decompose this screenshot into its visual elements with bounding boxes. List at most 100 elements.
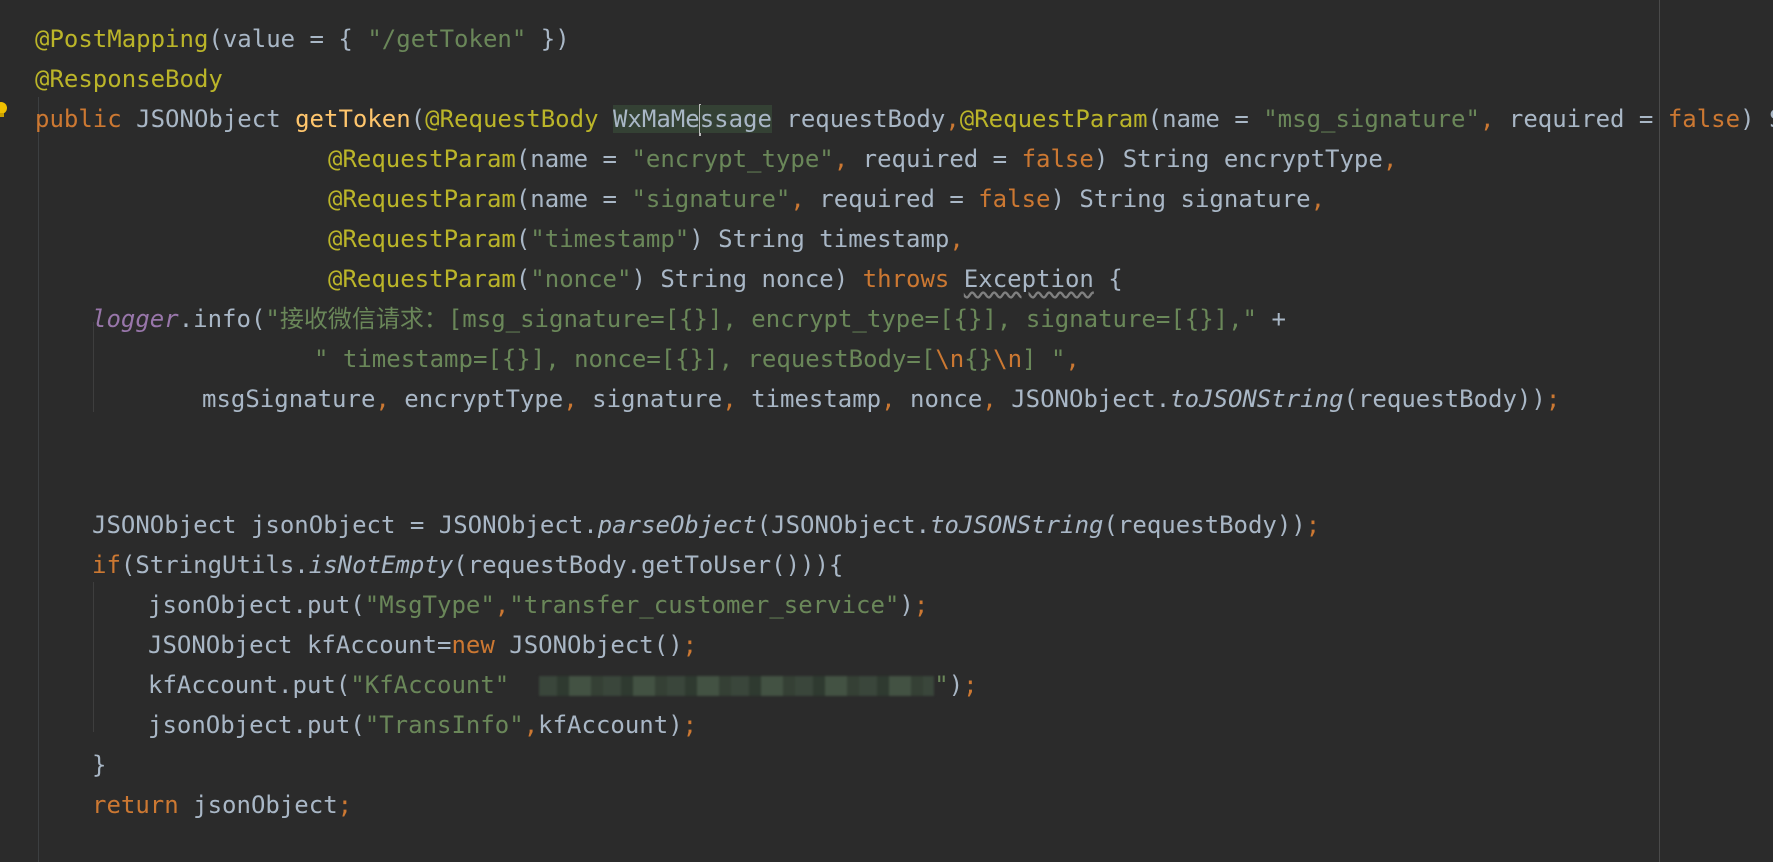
exception-type: Exception <box>963 265 1094 293</box>
string-literal: "KfAccount" <box>350 671 510 699</box>
code-line-10[interactable]: msgSignature, encryptType, signature, ti… <box>202 379 1560 419</box>
code-text: (value = { <box>208 25 368 53</box>
code-text: nonce <box>895 385 983 413</box>
keyword: throws <box>862 265 950 293</box>
code-text: ) String encryptType <box>1093 145 1383 173</box>
code-line-2[interactable]: @ResponseBody <box>35 59 223 99</box>
code-text: jsonObject.put( <box>148 711 365 739</box>
comma: , <box>945 105 960 133</box>
code-line-8[interactable]: logger.info("接收微信请求：[msg_signature=[{}],… <box>92 299 1286 339</box>
redacted-value <box>539 676 935 696</box>
code-text: ) String nonce) <box>631 265 863 293</box>
code-text: JSONObject kfAccount= <box>148 631 452 659</box>
comma: , <box>982 385 997 413</box>
string-literal: "nonce" <box>530 265 632 293</box>
annotation: @RequestParam <box>328 265 516 293</box>
code-text: ) <box>948 671 964 699</box>
code-text: JSONObject jsonObject = JSONObject. <box>92 511 598 539</box>
code-line-1[interactable]: @PostMapping(value = { "/getToken" }) <box>35 19 570 59</box>
code-line-6[interactable]: @RequestParam("timestamp") String timest… <box>328 219 964 259</box>
semicolon: ; <box>682 631 698 659</box>
semicolon: ; <box>1305 511 1321 539</box>
code-line-12[interactable]: if(StringUtils.isNotEmpty(requestBody.ge… <box>92 545 843 585</box>
comma: , <box>881 385 896 413</box>
gutter-guide <box>38 97 39 862</box>
comma: , <box>375 385 390 413</box>
static-method: isNotEmpty <box>308 551 454 579</box>
string-literal: "transfer_customer_service" <box>509 591 900 619</box>
lightbulb-icon[interactable] <box>0 101 8 119</box>
code-text: (requestBody.getToUser())){ <box>453 551 844 579</box>
code-line-14[interactable]: JSONObject kfAccount=new JSONObject(); <box>148 625 697 665</box>
code-line-17[interactable]: } <box>92 745 106 785</box>
string-literal: ] " <box>1022 345 1066 373</box>
code-line-4[interactable]: @RequestParam(name = "encrypt_type", req… <box>328 139 1397 179</box>
annotation: @ResponseBody <box>35 65 223 93</box>
code-line-13[interactable]: jsonObject.put("MsgType","transfer_custo… <box>148 585 928 625</box>
code-text: ( <box>515 265 531 293</box>
annotation: @RequestParam <box>959 105 1148 133</box>
code-text: (name = <box>1147 105 1264 133</box>
keyword: new <box>451 631 495 659</box>
string-literal: " timestamp=[{}], nonce=[{}], requestBod… <box>314 345 936 373</box>
comma: , <box>1382 145 1398 173</box>
code-text: { <box>1093 265 1123 293</box>
code-text: (StringUtils. <box>120 551 309 579</box>
code-line-9[interactable]: " timestamp=[{}], nonce=[{}], requestBod… <box>314 339 1080 379</box>
code-text: JSONObject <box>121 105 296 133</box>
code-text: (JSONObject. <box>756 511 931 539</box>
string-literal: "signature" <box>631 185 791 213</box>
code-line-7[interactable]: @RequestParam("nonce") String nonce) thr… <box>328 259 1123 299</box>
method-name: getToken <box>295 105 411 133</box>
code-text: }) <box>526 25 570 53</box>
code-line-18[interactable]: return jsonObject; <box>92 785 352 825</box>
code-text: ) String timestamp <box>689 225 950 253</box>
semicolon: ; <box>337 791 353 819</box>
static-field: logger <box>92 305 179 333</box>
escape-sequence: \n <box>993 345 1023 373</box>
string-literal: "TransInfo" <box>364 711 524 739</box>
code-line-15[interactable]: kfAccount.put("KfAccount" "); <box>148 665 978 705</box>
code-line-5[interactable]: @RequestParam(name = "signature", requir… <box>328 179 1325 219</box>
code-text: signature <box>577 385 723 413</box>
keyword: return <box>92 791 179 819</box>
static-method: toJSONString <box>930 511 1104 539</box>
string-literal: "msg_signature" <box>1263 105 1480 133</box>
code-text: JSONObject() <box>494 631 683 659</box>
code-text: (requestBody)) <box>1103 511 1306 539</box>
semicolon: ; <box>682 711 698 739</box>
code-text: kfAccount.put( <box>148 671 351 699</box>
string-literal: "MsgType" <box>364 591 495 619</box>
comma: , <box>563 385 578 413</box>
comma: , <box>790 185 805 213</box>
code-editor[interactable]: @PostMapping(value = { "/getToken" }) @R… <box>0 0 1773 862</box>
comma: , <box>722 385 737 413</box>
code-text: required = <box>804 185 979 213</box>
code-line-11[interactable]: JSONObject jsonObject = JSONObject.parse… <box>92 505 1320 545</box>
comma: , <box>1065 345 1080 373</box>
code-text: requestBody <box>771 105 946 133</box>
annotation: @RequestParam <box>328 185 516 213</box>
code-text: jsonObject <box>178 791 338 819</box>
annotation: @RequestParam <box>328 145 516 173</box>
code-text: } <box>92 751 107 779</box>
code-text: (name = <box>515 145 632 173</box>
annotation: @PostMapping <box>35 25 209 53</box>
code-text: ) Stri <box>1740 105 1773 133</box>
code-text: encryptType <box>389 385 564 413</box>
code-line-16[interactable]: jsonObject.put("TransInfo",kfAccount); <box>148 705 697 745</box>
comma: , <box>1479 105 1495 133</box>
semicolon: ; <box>913 591 929 619</box>
static-method: toJSONString <box>1170 385 1344 413</box>
string-literal: " <box>934 671 949 699</box>
code-text: ) <box>899 591 914 619</box>
code-text: ( <box>515 225 531 253</box>
highlighted-identifier: WxMaMe <box>612 105 700 133</box>
keyword: false <box>1667 105 1741 133</box>
semicolon: ; <box>1545 385 1561 413</box>
code-line-3[interactable]: public JSONObject getToken(@RequestBody … <box>35 99 1773 139</box>
code-text: (requestBody)) <box>1343 385 1546 413</box>
code-text: (name = <box>515 185 632 213</box>
